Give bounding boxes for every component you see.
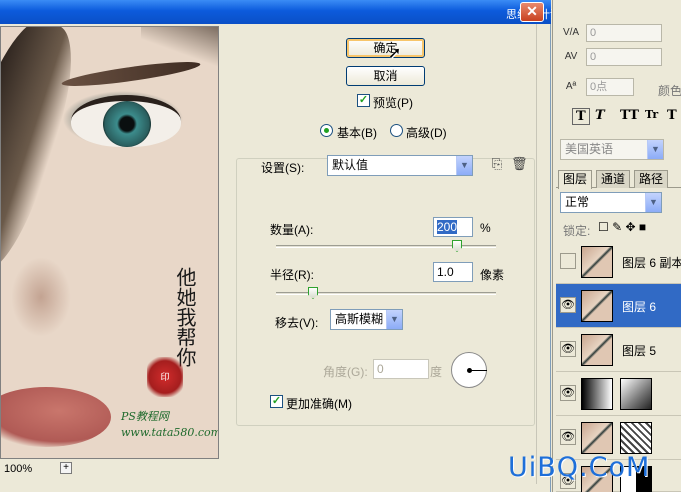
- cancel-button[interactable]: 取消: [346, 66, 425, 86]
- layer-thumbnail: [581, 290, 613, 322]
- advanced-label: 高级(D): [406, 126, 447, 140]
- layer-mask-thumbnail: [620, 422, 652, 454]
- layer-name: 图层 6 副本: [622, 256, 681, 270]
- chevron-down-icon: ▼: [386, 310, 402, 329]
- eye-icon[interactable]: 👁: [560, 341, 576, 357]
- lock-icons[interactable]: ☐ ✎ ✥ ■: [598, 220, 646, 234]
- zoom-level: 100%: [4, 463, 33, 475]
- lock-label: 锁定:: [563, 224, 591, 238]
- more-accurate-checkbox[interactable]: ✓: [270, 395, 283, 408]
- tracking-field[interactable]: 0: [586, 48, 662, 66]
- amount-slider[interactable]: [276, 245, 496, 248]
- layer-row[interactable]: 图层 6 副本: [556, 240, 681, 284]
- chevron-down-icon: ▼: [456, 156, 472, 175]
- amount-input[interactable]: 200: [433, 217, 473, 237]
- adjustment-thumbnail: [581, 378, 613, 410]
- preview-image[interactable]: 他她我帮你 印 PS教程网 www.tata580.com: [0, 26, 219, 459]
- visibility-toggle[interactable]: [560, 253, 576, 269]
- basic-radio[interactable]: [320, 124, 333, 137]
- close-button[interactable]: ✕: [520, 2, 544, 22]
- layer-thumbnail: [581, 334, 613, 366]
- language-select[interactable]: 美国英语 ▼: [560, 139, 664, 160]
- chevron-down-icon: ▼: [647, 140, 663, 159]
- baseline-icon: Aª: [565, 81, 577, 92]
- baseline-field[interactable]: 0点: [586, 78, 634, 96]
- red-seal: 印: [147, 357, 183, 397]
- site-watermark: UiBQ.CoM: [508, 452, 651, 483]
- site-mark: PS教程网 www.tata580.com: [121, 410, 219, 439]
- nose-shadow: [11, 257, 71, 337]
- lips: [1, 387, 111, 447]
- layer-mask-thumbnail: [620, 378, 652, 410]
- trash-icon[interactable]: 🗑: [511, 156, 528, 172]
- preview-label: 预览(P): [373, 96, 413, 110]
- faux-bold-icon[interactable]: T: [572, 108, 590, 125]
- layer-thumbnail: [581, 246, 613, 278]
- amount-label: 数量(A):: [270, 223, 314, 237]
- amount-unit: %: [480, 221, 491, 235]
- all-caps-icon[interactable]: TT: [620, 108, 639, 123]
- iris: [103, 101, 151, 147]
- remove-label: 移去(V):: [275, 316, 319, 330]
- preview-checkbox[interactable]: ✓: [357, 94, 370, 107]
- superscript-icon[interactable]: T: [667, 108, 677, 123]
- layer-row[interactable]: 👁: [556, 372, 681, 416]
- eye-icon[interactable]: 👁: [560, 297, 576, 313]
- angle-label: 角度(G):: [323, 365, 368, 379]
- dialog-titlebar: 思缘设计论坛 ✕: [0, 0, 572, 24]
- close-icon: ✕: [526, 3, 538, 19]
- blend-mode-select[interactable]: 正常 ▼: [560, 192, 662, 213]
- small-caps-icon[interactable]: Tr: [645, 108, 658, 121]
- ok-button[interactable]: 确定: [346, 38, 425, 58]
- layers-panel-tabs: 图层 通道 路径: [556, 170, 681, 189]
- basic-label: 基本(B): [337, 126, 377, 140]
- settings-select[interactable]: 默认值 ▼: [327, 155, 473, 176]
- angle-input[interactable]: 0: [373, 359, 429, 379]
- layer-row[interactable]: 👁 图层 6: [556, 284, 681, 328]
- color-label: 颜色: [658, 84, 681, 98]
- layer-row[interactable]: 👁 图层 5: [556, 328, 681, 372]
- hair-shape-top: [141, 27, 218, 67]
- angle-unit: 度: [430, 365, 443, 379]
- zoom-in-button[interactable]: +: [60, 462, 72, 474]
- eye-icon[interactable]: 👁: [560, 429, 576, 445]
- save-settings-icon[interactable]: ⎘: [490, 156, 504, 172]
- radius-input[interactable]: 1.0: [433, 262, 473, 282]
- mouse-cursor-icon: ➚: [388, 45, 402, 62]
- hair-shape: [1, 27, 90, 283]
- tab-paths[interactable]: 路径: [634, 170, 669, 188]
- tab-layers[interactable]: 图层: [558, 170, 593, 189]
- kerning-field[interactable]: 0: [586, 24, 662, 42]
- tab-channels[interactable]: 通道: [596, 170, 631, 188]
- tracking-icon: AV: [564, 51, 578, 62]
- more-accurate-label: 更加准确(M): [286, 397, 352, 411]
- layer-name: 图层 5: [622, 344, 657, 358]
- chevron-down-icon: ▼: [645, 193, 661, 212]
- angle-dial[interactable]: [451, 352, 487, 388]
- eye-icon[interactable]: 👁: [560, 385, 576, 401]
- settings-label: 设置(S):: [261, 161, 305, 175]
- radius-unit: 像素: [480, 268, 505, 282]
- layer-thumbnail: [581, 422, 613, 454]
- dialog-scrollbar[interactable]: [536, 24, 550, 484]
- eyebrow: [60, 57, 202, 91]
- radius-label: 半径(R):: [270, 268, 314, 282]
- smart-sharpen-dialog: 思缘设计论坛 ✕ 他她我帮你 印 PS教程网 www.tata580.com 1…: [0, 0, 572, 492]
- remove-select[interactable]: 高斯模糊 ▼: [330, 309, 403, 330]
- advanced-radio[interactable]: [390, 124, 403, 137]
- kerning-icon: V/A: [562, 27, 580, 38]
- calligraphy-text: 他她我帮你: [173, 267, 197, 367]
- faux-italic-icon[interactable]: T: [595, 108, 605, 123]
- layer-name: 图层 6: [622, 300, 657, 314]
